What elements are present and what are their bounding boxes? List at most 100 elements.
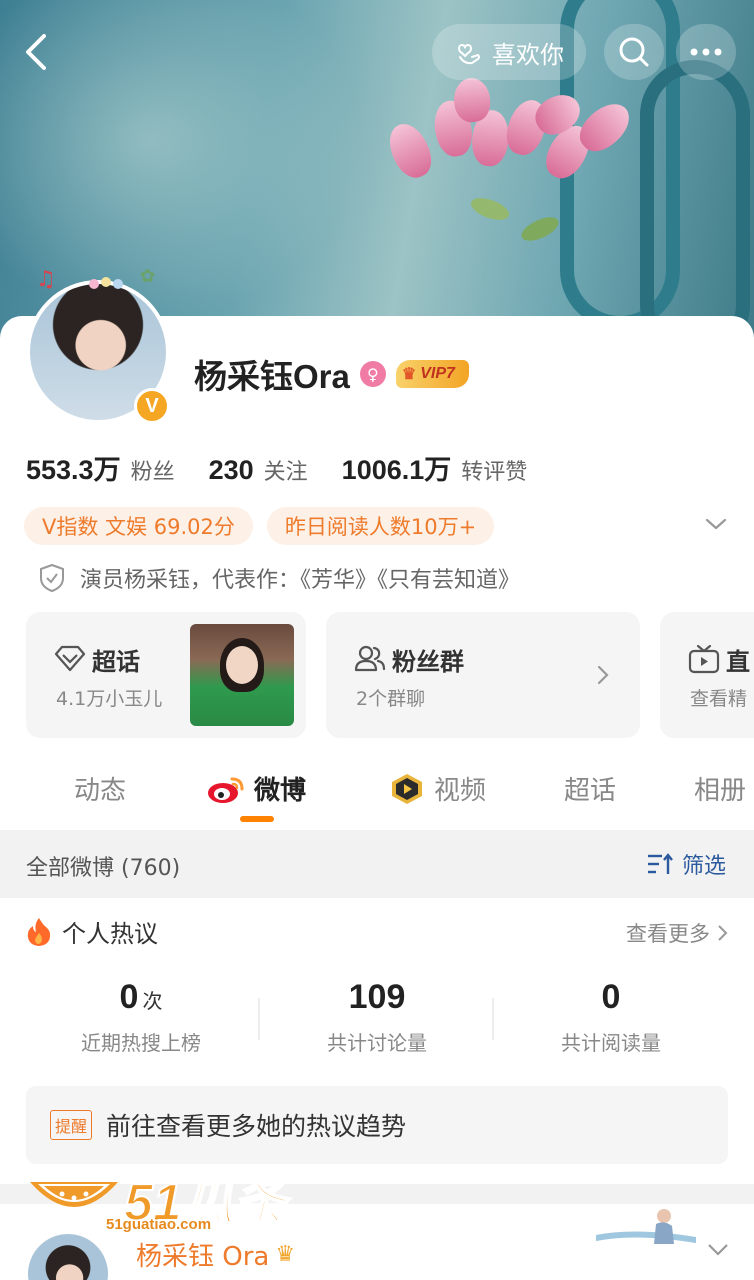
followers-count[interactable]: 553.3万 <box>26 448 121 487</box>
back-arrow-icon <box>26 34 46 70</box>
filter-label: 筛选 <box>681 854 726 879</box>
feature-tiles: 超话 4.1万小玉儿 粉丝群 2个群聊 直 查看精 <box>0 612 754 738</box>
tile-fan-group-sub: 2个群聊 <box>356 688 426 710</box>
following-label[interactable]: 关注 <box>264 454 308 486</box>
tile-live-title: 直 <box>726 648 750 676</box>
metric-hot-search[interactable]: 0次 近期热搜上榜 <box>24 978 258 1056</box>
cover-stem <box>640 60 750 340</box>
metric-discussions-value: 109 <box>348 978 406 1016</box>
profile-tabs: 动态 微博 视频 超话 相册 <box>0 752 754 828</box>
trend-reminder[interactable]: 提醒 前往查看更多她的热议趋势 <box>26 1086 728 1164</box>
metric-reads-label: 共计阅读量 <box>561 1031 661 1055</box>
cover-flower <box>382 117 439 184</box>
profile-name: 杨采钰Ora <box>194 358 350 395</box>
search-icon <box>619 37 649 67</box>
view-more-label: 查看更多 <box>626 922 710 946</box>
tags-row: V指数 文娱 69.02分 昨日阅读人数10万+ <box>24 507 734 545</box>
more-dots-icon <box>690 48 722 56</box>
active-tab-indicator <box>240 816 274 822</box>
verified-badge: V <box>134 388 170 424</box>
back-button[interactable] <box>18 32 54 72</box>
reminder-badge: 提醒 <box>50 1110 93 1140</box>
tab-video[interactable]: 视频 <box>388 770 486 807</box>
v-index-tag[interactable]: V指数 文娱 69.02分 <box>24 507 253 545</box>
group-icon <box>354 645 386 672</box>
bio-row: 演员杨采钰，代表作：《芳华》《只有芸知道》 <box>38 560 520 596</box>
video-badge-icon <box>392 773 422 804</box>
view-more-link[interactable]: 查看更多 <box>626 918 728 948</box>
search-button[interactable] <box>604 24 664 80</box>
metric-discussions-label: 共计讨论量 <box>327 1031 427 1055</box>
post-count: 全部微博 (760) <box>26 856 181 881</box>
stats-row: 553.3万 粉丝 230 关注 1006.1万 转评赞 <box>26 448 561 488</box>
readers-tag[interactable]: 昨日阅读人数10万+ <box>266 507 495 545</box>
avatar-container[interactable]: ♫ ✿ V <box>22 266 172 430</box>
vip-label: VIP7 <box>420 365 455 382</box>
metric-hot-search-value: 0 <box>119 978 139 1016</box>
followers-label[interactable]: 粉丝 <box>131 454 175 486</box>
vip-badge[interactable]: ♛ VIP7 <box>395 360 469 388</box>
photo-face <box>226 646 258 684</box>
shield-icon <box>40 563 64 593</box>
following-count[interactable]: 230 <box>209 455 254 486</box>
filter-bar: 全部微博 (760) 筛选 <box>0 830 754 898</box>
hot-title-row: 个人热议 <box>26 914 158 949</box>
tab-super-topic[interactable]: 超话 <box>564 770 616 807</box>
engagement-count[interactable]: 1006.1万 <box>342 448 452 487</box>
hand-heart-icon <box>458 43 480 65</box>
watermark-url: 51guatiao.com <box>106 1216 212 1233</box>
watermelon-logo-icon <box>30 1182 118 1207</box>
tile-fan-group[interactable]: 粉丝群 2个群聊 <box>326 612 640 738</box>
reminder-text: 前往查看更多她的热议趋势 <box>106 1112 407 1141</box>
tile-super-topic-sub: 4.1万小玉儿 <box>56 688 163 710</box>
tab-video-label: 视频 <box>434 776 487 806</box>
filter-icon <box>647 853 673 874</box>
engagement-label[interactable]: 转评赞 <box>461 454 527 486</box>
fire-icon <box>27 917 51 946</box>
crown-icon: ♛ <box>275 1242 296 1267</box>
chevron-down-icon[interactable] <box>704 512 728 536</box>
metric-discussions[interactable]: 109 共计讨论量 <box>260 978 494 1056</box>
svg-text:✿: ✿ <box>140 266 155 287</box>
tile-fan-group-title: 粉丝群 <box>392 648 464 676</box>
tab-feed[interactable]: 动态 <box>74 770 126 807</box>
cover-leaf <box>518 212 562 246</box>
top-bar: 喜欢你 <box>0 18 754 88</box>
female-icon: ♀ <box>359 361 386 387</box>
tile-live[interactable]: 直 查看精 <box>660 612 754 738</box>
bio-text: 演员杨采钰，代表作：《芳华》《只有芸知道》 <box>80 568 521 593</box>
metric-hot-search-unit: 次 <box>142 991 163 1013</box>
watermark: 51瓜条 51guatiao.com <box>26 1160 296 1236</box>
more-button[interactable] <box>676 24 736 80</box>
tab-weibo-label: 微博 <box>254 776 307 806</box>
cover-leaf <box>468 193 512 225</box>
tile-super-topic[interactable]: 超话 4.1万小玉儿 <box>26 612 306 738</box>
chevron-right-icon <box>718 925 728 941</box>
super-topic-photo <box>190 624 294 726</box>
metric-reads[interactable]: 0 共计阅读量 <box>494 978 728 1056</box>
music-note-decoration-icon: ♫ ✿ <box>36 266 155 292</box>
post-author[interactable]: 杨采钰 Ora <box>136 1236 269 1273</box>
weibo-logo-icon <box>208 777 244 803</box>
like-button[interactable]: 喜欢你 <box>432 24 586 80</box>
tile-live-sub: 查看精 <box>690 688 748 710</box>
crown-icon: ♛ <box>401 366 417 383</box>
hot-discussion-section: 个人热议 查看更多 0次 近期热搜上榜 109 共计讨论量 0 共计阅读量 提醒… <box>0 898 754 1184</box>
like-label: 喜欢你 <box>492 40 564 69</box>
tile-super-topic-title: 超话 <box>92 648 140 676</box>
tab-weibo[interactable]: 微博 <box>206 770 306 807</box>
metric-hot-search-label: 近期热搜上榜 <box>81 1031 201 1055</box>
post-avatar[interactable] <box>28 1234 108 1280</box>
post-author-row: 杨采钰 Ora ♛ <box>136 1236 295 1273</box>
filter-button[interactable]: 筛选 <box>646 848 726 880</box>
hot-title: 个人热议 <box>62 920 158 948</box>
metric-reads-value: 0 <box>601 978 621 1016</box>
tab-album[interactable]: 相册 <box>694 770 746 807</box>
skater-decoration-icon <box>596 1209 696 1244</box>
diamond-icon <box>54 645 86 672</box>
svg-text:♫: ♫ <box>36 267 56 292</box>
tv-icon <box>688 644 720 674</box>
name-row: 杨采钰Ora ♀ ♛ VIP7 <box>194 352 469 396</box>
chevron-right-icon <box>597 665 609 685</box>
chevron-down-icon[interactable] <box>706 1242 730 1258</box>
